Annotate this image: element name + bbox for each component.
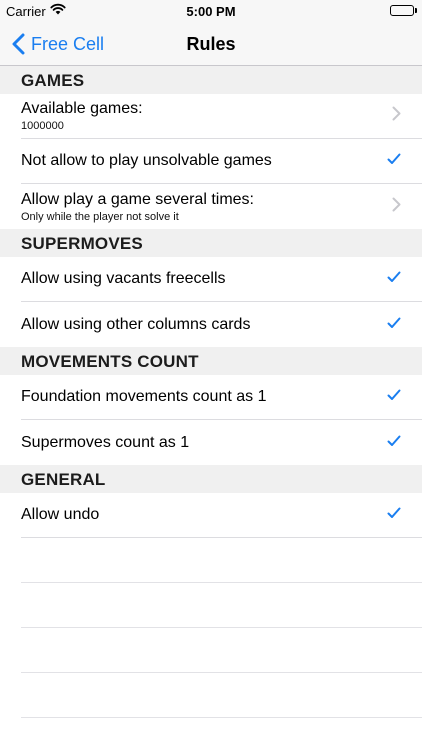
row-label: Allow using other columns cards bbox=[21, 315, 251, 333]
battery-icon bbox=[390, 5, 414, 16]
row-other-columns-cards[interactable]: Allow using other columns cards bbox=[21, 302, 422, 347]
checkmark-icon bbox=[387, 388, 401, 406]
empty-row bbox=[21, 628, 422, 673]
settings-list: GAMES Available games: 1000000 Not allow… bbox=[0, 66, 422, 718]
row-label: Allow undo bbox=[21, 506, 100, 523]
navigation-bar: Free Cell Rules bbox=[0, 22, 422, 66]
row-label: Supermoves count as 1 bbox=[21, 433, 190, 451]
section-header-general: GENERAL bbox=[0, 465, 422, 493]
clock: 5:00 PM bbox=[186, 4, 236, 19]
checkmark-icon bbox=[387, 316, 401, 334]
empty-row bbox=[21, 673, 422, 718]
row-not-allow-unsolvable[interactable]: Not allow to play unsolvable games bbox=[21, 139, 422, 184]
chevron-right-icon bbox=[392, 106, 401, 126]
checkmark-icon bbox=[387, 434, 401, 452]
battery-tip bbox=[415, 8, 417, 13]
section-header-games: GAMES bbox=[0, 66, 422, 94]
section-header-supermoves: SUPERMOVES bbox=[0, 229, 422, 257]
row-label: Allow using vacants freecells bbox=[21, 270, 226, 287]
row-foundation-count[interactable]: Foundation movements count as 1 bbox=[21, 375, 422, 420]
row-label: Foundation movements count as 1 bbox=[21, 388, 267, 405]
row-vacant-freecells[interactable]: Allow using vacants freecells bbox=[21, 257, 422, 302]
page-title: Rules bbox=[186, 34, 236, 54]
empty-row bbox=[21, 538, 422, 583]
row-label: Allow play a game several times: bbox=[21, 190, 254, 208]
checkmark-icon bbox=[387, 152, 401, 170]
section-header-movements-count: MOVEMENTS COUNT bbox=[0, 347, 422, 375]
row-allow-undo[interactable]: Allow undo bbox=[21, 493, 422, 538]
checkmark-icon bbox=[387, 270, 401, 288]
row-supermoves-count[interactable]: Supermoves count as 1 bbox=[21, 420, 422, 465]
row-subtitle: 1000000 bbox=[21, 120, 64, 132]
empty-row bbox=[21, 583, 422, 628]
row-available-games[interactable]: Available games: 1000000 bbox=[21, 94, 422, 139]
row-subtitle: Only while the player not solve it bbox=[21, 210, 179, 223]
row-label: Available games: bbox=[21, 100, 143, 117]
row-label: Not allow to play unsolvable games bbox=[21, 152, 272, 169]
checkmark-icon bbox=[387, 506, 401, 524]
row-play-several-times[interactable]: Allow play a game several times: Only wh… bbox=[21, 184, 422, 229]
status-bar: Carrier 5:00 PM bbox=[0, 0, 422, 22]
chevron-right-icon bbox=[392, 197, 401, 217]
